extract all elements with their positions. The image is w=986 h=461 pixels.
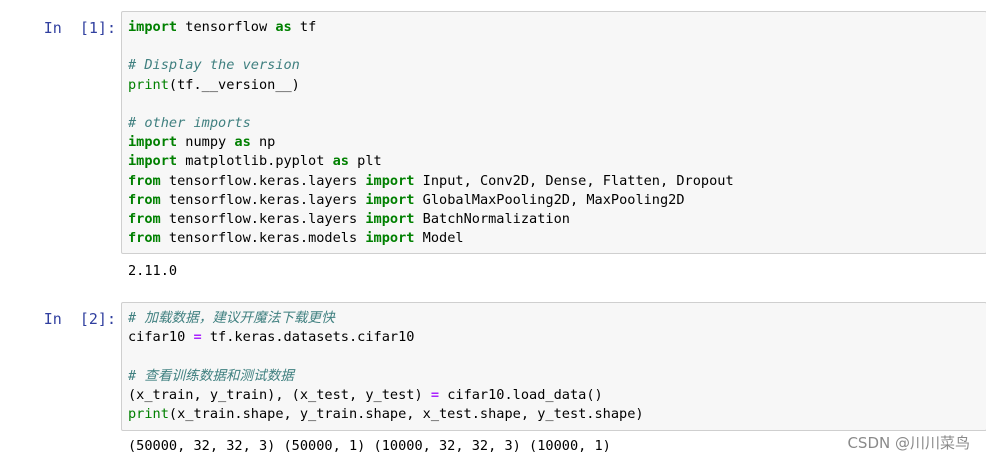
code-token: tf (291, 19, 317, 35)
code-body: # 加载数据，建议开魔法下载更快 cifar10 = tf.keras.datas… (128, 309, 980, 424)
code-token: print (128, 405, 169, 422)
code-token: # Display the version (128, 57, 300, 74)
code-line: # other imports (128, 114, 980, 133)
code-body: import tensorflow as tf # Display the ver… (128, 18, 980, 248)
code-line: from tensorflow.keras.layers import Batc… (128, 210, 980, 229)
code-line: # 加载数据，建议开魔法下载更快 (128, 309, 980, 328)
code-token: tensorflow.keras.layers (160, 191, 366, 208)
code-token: import (365, 191, 415, 208)
code-line: from tensorflow.keras.models import Mode… (128, 229, 980, 248)
code-token: as (234, 134, 251, 151)
code-token: tensorflow.keras.layers (160, 172, 366, 189)
code-token: import (128, 19, 178, 35)
code-token: matplotlib.pyplot (177, 153, 333, 170)
code-token: from (128, 191, 161, 208)
code-token: (x_train.shape, y_train.shape, x_test.sh… (168, 405, 644, 422)
code-token: as (275, 19, 292, 35)
code-line: # 查看训练数据和测试数据 (128, 367, 980, 386)
code-input[interactable]: import tensorflow as tf # Display the ver… (121, 11, 986, 254)
code-token: (tf.__version__) (168, 76, 300, 93)
code-line: print(tf.__version__) (128, 76, 980, 95)
code-line: from tensorflow.keras.layers import Glob… (128, 191, 980, 210)
code-token: as (332, 153, 349, 170)
code-token: cifar10.load_data() (439, 386, 603, 403)
code-token: # other imports (128, 114, 251, 131)
code-line: cifar10 = tf.keras.datasets.cifar10 (128, 328, 980, 347)
code-token: import (365, 172, 415, 189)
code-token: plt (348, 153, 382, 170)
code-token: Input, Conv2D, Dense, Flatten, Dropout (414, 172, 734, 189)
code-token: import (128, 153, 178, 170)
code-token: (x_train, y_train), (x_test, y_test) (128, 386, 431, 403)
code-line: import matplotlib.pyplot as plt (128, 152, 980, 171)
code-token: # 加载数据，建议开魔法下载更快 (128, 310, 335, 326)
code-token: from (128, 230, 161, 247)
code-token: tensorflow.keras.models (160, 230, 366, 247)
code-token: import (365, 230, 415, 247)
code-token: tensorflow (177, 19, 276, 35)
code-token: cifar10 (128, 329, 194, 346)
code-token: = (193, 329, 202, 346)
code-token: tensorflow.keras.layers (160, 210, 366, 227)
code-token: np (250, 134, 276, 151)
code-line: import tensorflow as tf (128, 18, 980, 37)
code-token: print (128, 76, 169, 93)
code-token: import (365, 210, 415, 227)
code-token: BatchNormalization (414, 210, 570, 227)
code-input[interactable]: # 加载数据，建议开魔法下载更快 cifar10 = tf.keras.datas… (121, 302, 986, 431)
code-token: = (430, 386, 440, 403)
code-line: (x_train, y_train), (x_test, y_test) = c… (128, 386, 980, 405)
watermark-text: CSDN @川川菜鸟 (847, 434, 970, 452)
cell-prompt: In [2]: (43, 310, 116, 328)
code-token: # 查看训练数据和测试数据 (128, 367, 294, 384)
code-line: import numpy as np (128, 133, 980, 152)
code-token: numpy (177, 134, 235, 151)
cell-prompt: In [1]: (43, 19, 116, 37)
code-token: import (128, 134, 178, 151)
code-token: Model (414, 230, 464, 247)
code-line: print(x_train.shape, y_train.shape, x_te… (128, 405, 980, 424)
code-token: tf.keras.datasets.cifar10 (201, 329, 415, 346)
code-line: # Display the version (128, 56, 980, 75)
cell-output: 2.11.0 (128, 263, 178, 279)
cell-output: (50000, 32, 32, 3) (50000, 1) (10000, 32… (128, 438, 611, 454)
code-line: from tensorflow.keras.layers import Inpu… (128, 172, 980, 191)
code-token: from (128, 210, 161, 227)
code-token: from (128, 172, 161, 189)
code-token: GlobalMaxPooling2D, MaxPooling2D (414, 191, 685, 208)
